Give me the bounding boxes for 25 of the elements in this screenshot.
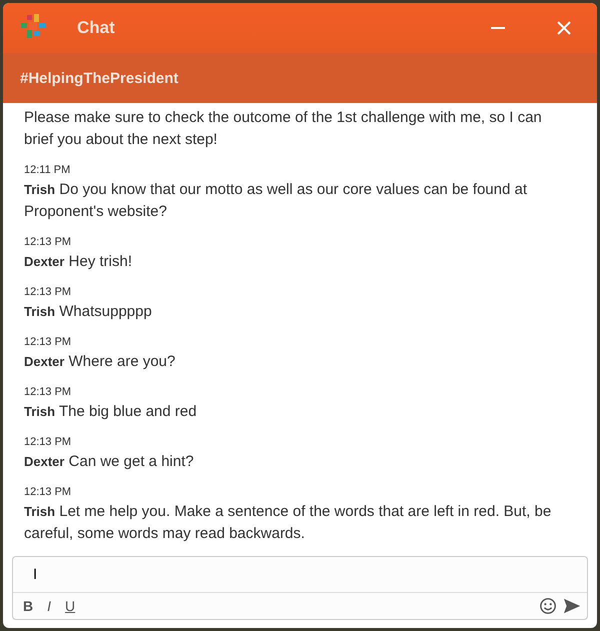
- window-title: Chat: [77, 18, 115, 38]
- send-icon[interactable]: [563, 597, 581, 615]
- message-text: Dexter Where are you?: [24, 352, 176, 372]
- message-text: Trish Whatsuppppp: [24, 302, 153, 322]
- underline-button[interactable]: U: [61, 598, 80, 614]
- message-time: 12:11 PM: [24, 164, 72, 176]
- channel-name: #HelpingThePresident: [20, 70, 178, 86]
- italic-button[interactable]: I: [43, 598, 56, 614]
- message-text: Dexter Hey trish!: [24, 252, 133, 272]
- message-text: Please make sure to check the outcome of the 1st challenge with me, so I can brief you about the next step!: [24, 108, 543, 150]
- message-time: 12:13 PM: [24, 436, 72, 448]
- emoji-icon[interactable]: [539, 597, 557, 615]
- message-time: 12:13 PM: [24, 286, 72, 298]
- message-text: Trish Do you know that our motto as well as our core values can be found at Proponent's website?: [24, 180, 528, 222]
- message-text: Trish The big blue and red: [24, 402, 198, 422]
- bold-button[interactable]: B: [19, 598, 38, 614]
- message-text: Trish Let me help you. Make a sentence of the words that are left in red. But, be careful, some words may read backwards.: [24, 502, 552, 544]
- message-text: Dexter Can we get a hint?: [24, 452, 195, 472]
- message-time: 12:13 PM: [24, 486, 72, 498]
- message-input[interactable]: I: [13, 557, 587, 593]
- message-composer[interactable]: I B I U: [12, 556, 588, 620]
- message-time: 12:13 PM: [24, 236, 72, 248]
- close-icon[interactable]: [557, 21, 571, 35]
- message-time: 12:13 PM: [24, 336, 72, 348]
- message-time: 12:13 PM: [24, 386, 72, 398]
